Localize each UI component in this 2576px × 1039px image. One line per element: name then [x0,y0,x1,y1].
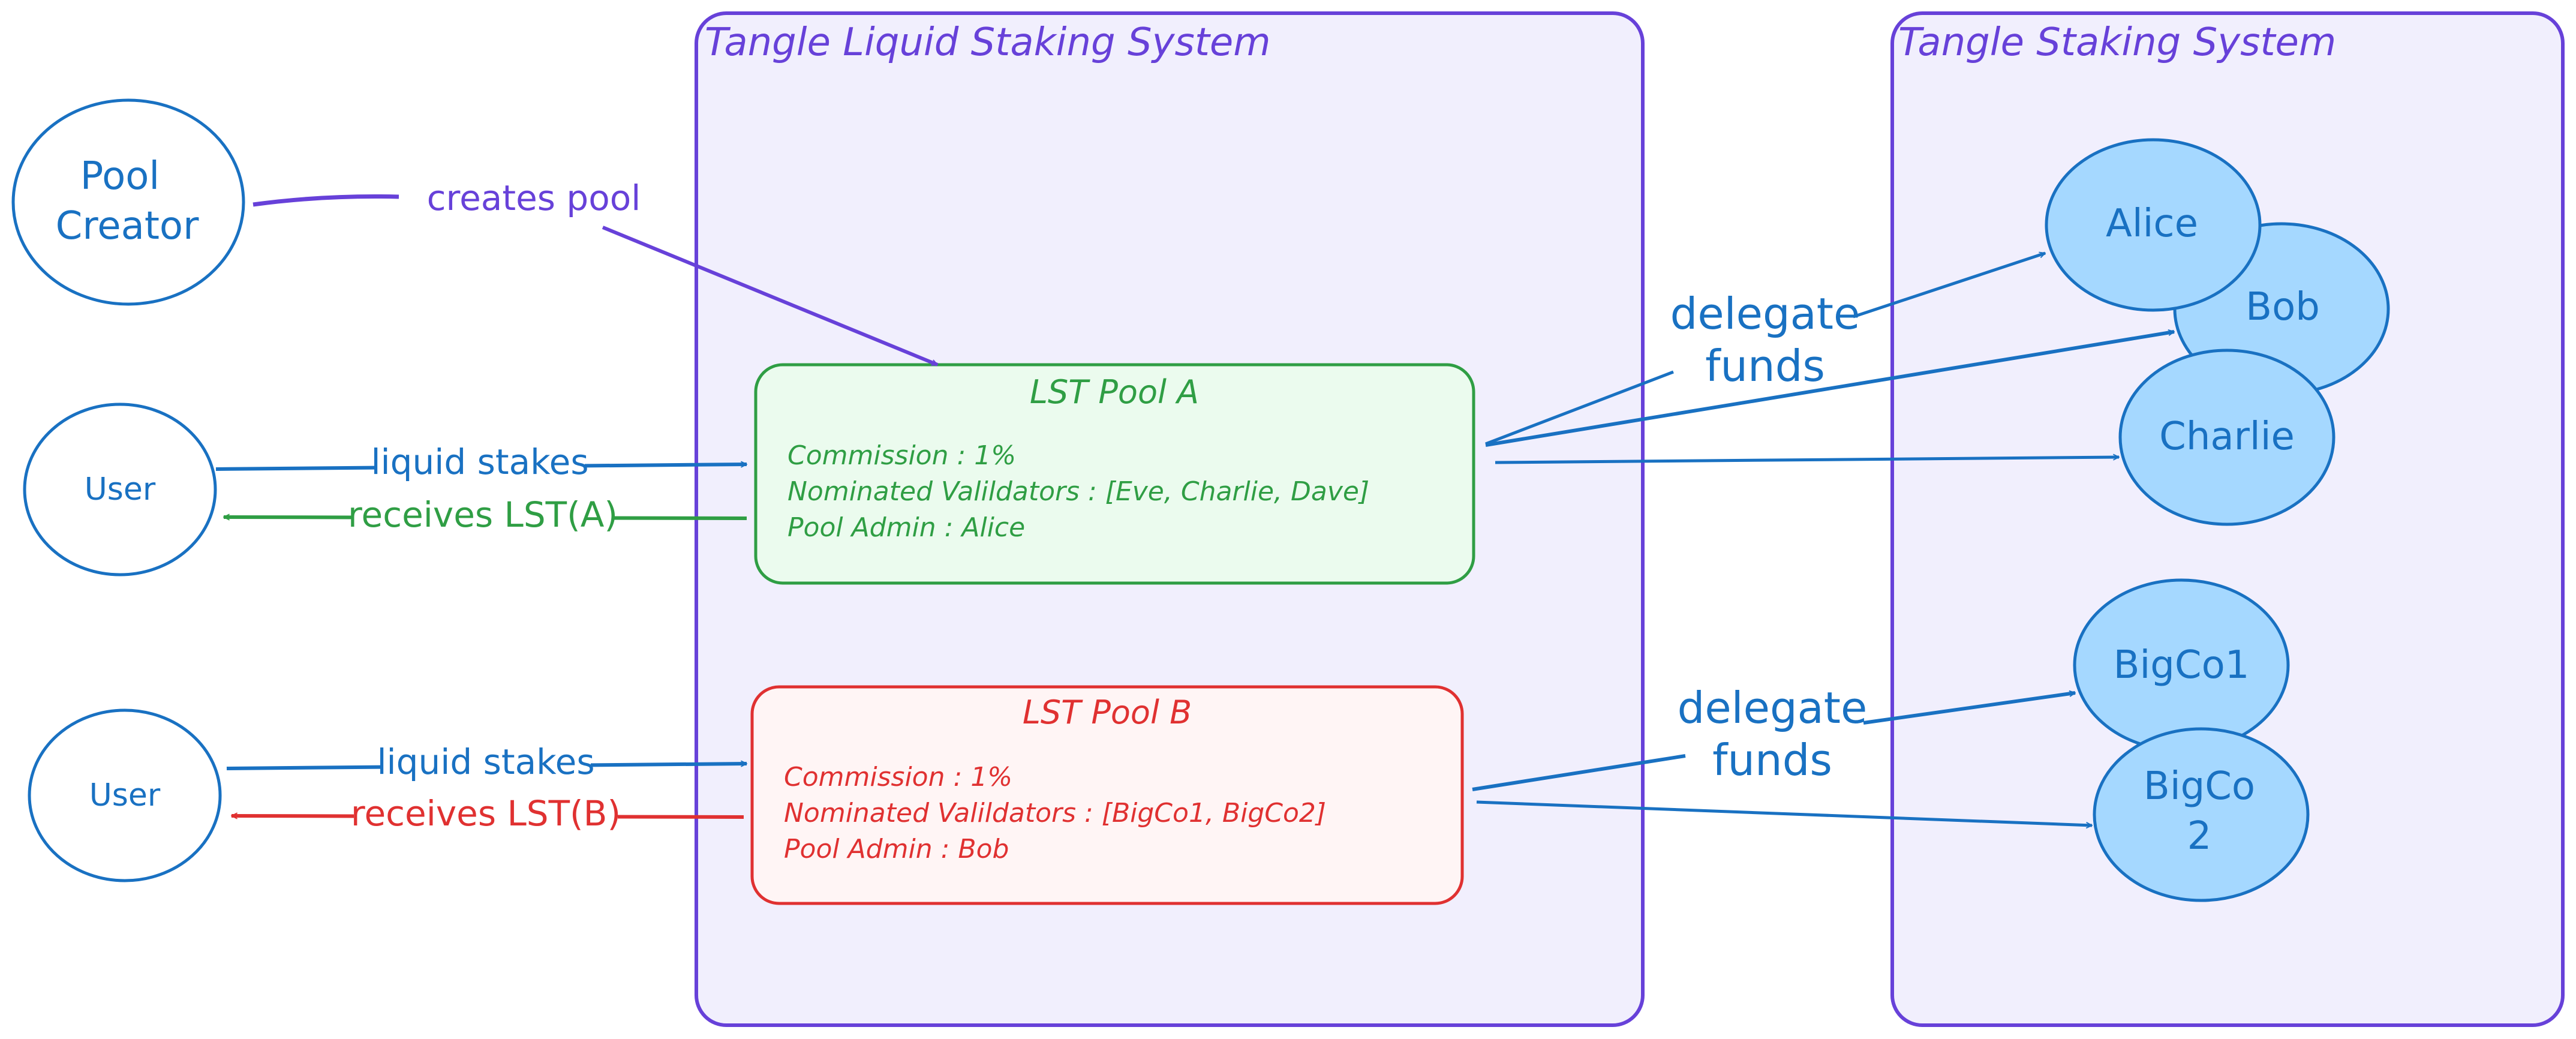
user-a-node[interactable]: User [23,403,217,576]
lst-pool-b-admin: Pool Admin : Bob [784,834,1009,864]
user-b-node[interactable]: User [28,708,222,882]
validator-bigco2-label-line1: BigCo [2144,764,2255,809]
lst-pool-a-commission: Commission : 1% [787,440,1016,471]
edge-receives-b: receives LST(B) [232,793,744,835]
validator-charlie-label: Charlie [2159,415,2295,459]
validator-alice[interactable]: Alice [2045,138,2262,312]
validator-bigco2-label-line2: 2 [2187,814,2212,858]
lst-pool-a-title: LST Pool A [1030,373,1199,411]
edge-liquid-stakes-b-label: liquid stakes [377,741,594,782]
edge-delegate-b-label-line1: delegate [1678,683,1868,733]
pool-creator-label-line2: Creator [56,204,199,248]
edge-liquid-stakes-a-label: liquid stakes [371,442,588,482]
liquid-staking-system-title: Tangle Liquid Staking System [705,20,1271,65]
edge-creates-pool-label: creates pool [427,178,641,218]
pool-creator-label-line1: Pool [80,154,160,199]
lst-pool-b[interactable]: LST Pool B Commission : 1% Nominated Val… [750,685,1464,905]
pool-creator-ellipse[interactable] [11,98,245,306]
lst-pool-b-commission: Commission : 1% [784,762,1012,792]
staking-system-title: Tangle Staking System [1898,20,2336,65]
validator-bigco1-label: BigCo1 [2114,643,2250,687]
edge-receives-a: receives LST(A) [224,494,747,536]
edge-delegate-b-label-line2: funds [1712,735,1832,785]
pool-creator-node[interactable]: Pool Creator [11,98,245,306]
validator-bigco2[interactable]: BigCo 2 [2093,727,2310,902]
edge-receives-b-label: receives LST(B) [351,793,621,834]
edge-receives-a-label: receives LST(A) [348,494,618,535]
lst-pool-a[interactable]: LST Pool A Commission : 1% Nominated Val… [754,363,1475,585]
edge-liquid-stakes-a: liquid stakes [215,442,747,482]
lst-pool-b-title: LST Pool B [1023,693,1192,731]
lst-pool-a-validators: Nominated Valildators : [Eve, Charlie, D… [787,476,1369,507]
edge-liquid-stakes-b: liquid stakes [226,741,747,782]
user-b-label: User [89,777,161,813]
user-a-label: User [85,472,156,508]
edge-creates-pool-line-a [253,194,399,207]
lst-pool-b-validators: Nominated Valildators : [BigCo1, BigCo2] [784,798,1326,828]
validator-bob-label: Bob [2246,285,2320,329]
edge-delegate-a-label-line1: delegate [1670,289,1860,339]
validator-bigco1[interactable]: BigCo1 [2073,578,2290,752]
validator-alice-label: Alice [2106,202,2198,246]
validator-charlie[interactable]: Charlie [2118,349,2335,526]
staking-diagram: Tangle Liquid Staking System Tangle Stak… [11,11,2565,1027]
edge-delegate-a-label-line2: funds [1705,341,1825,391]
lst-pool-a-admin: Pool Admin : Alice [787,512,1025,543]
